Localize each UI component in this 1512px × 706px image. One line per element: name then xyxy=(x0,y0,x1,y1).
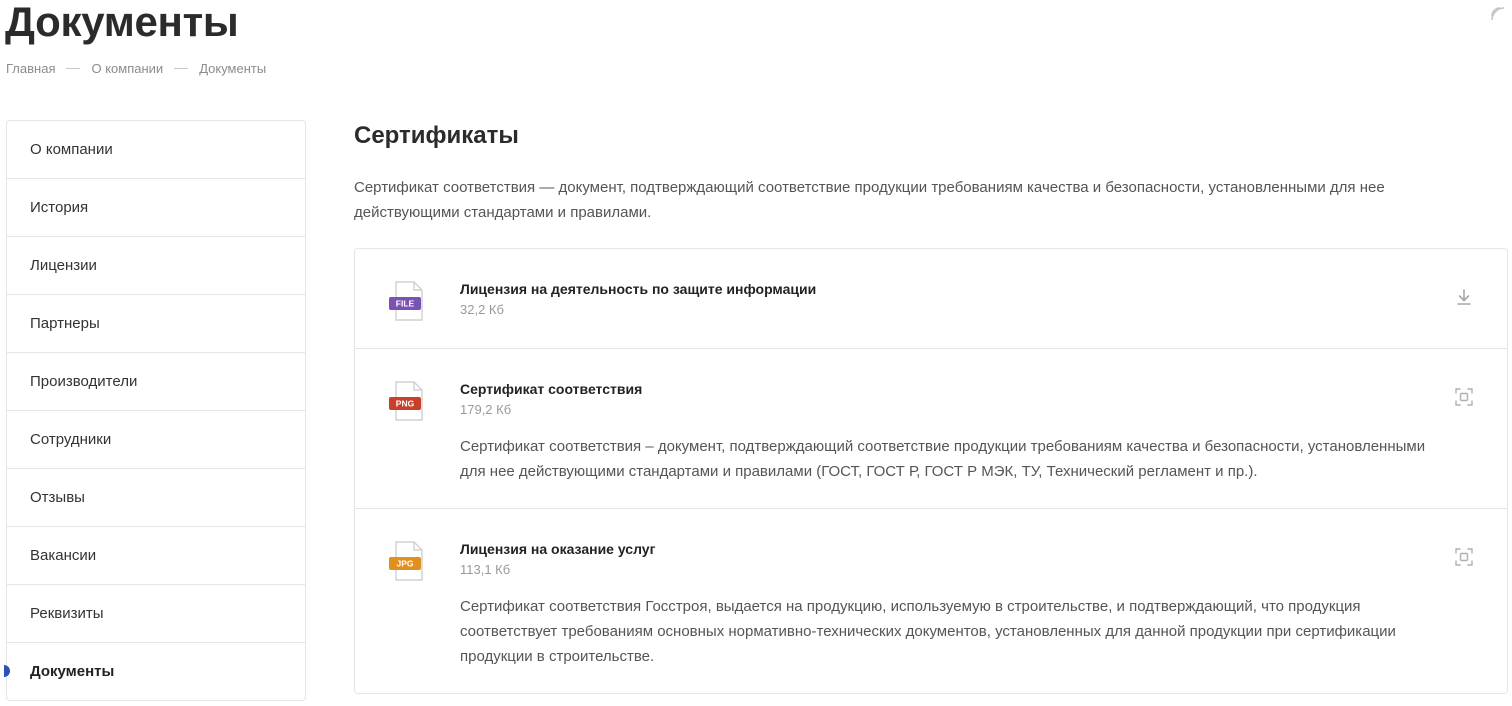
file-icon: FILE xyxy=(389,281,423,321)
sidebar-item-label: Реквизиты xyxy=(30,605,104,622)
zoom-icon[interactable] xyxy=(1454,547,1474,567)
breadcrumb-about[interactable]: О компании xyxy=(91,61,163,76)
sidebar-item-label: Сотрудники xyxy=(30,431,112,448)
png-file-icon: PNG xyxy=(389,381,423,421)
document-list: FILE Лицензия на деятельность по защите … xyxy=(354,248,1508,694)
sidebar-item-manufacturers[interactable]: Производители xyxy=(7,353,305,411)
breadcrumb-separator xyxy=(174,68,189,69)
download-icon[interactable] xyxy=(1454,287,1474,307)
sidebar-item-partners[interactable]: Партнеры xyxy=(7,295,305,353)
sidebar-item-label: Отзывы xyxy=(30,489,85,506)
active-marker xyxy=(4,665,10,677)
sidebar-item-licenses[interactable]: Лицензии xyxy=(7,237,305,295)
sidebar-item-reviews[interactable]: Отзывы xyxy=(7,469,305,527)
main-content: Сертификаты Сертификат соответствия — до… xyxy=(354,118,1508,694)
sidebar-item-label: История xyxy=(30,199,89,216)
file-type-label: PNG xyxy=(396,399,415,409)
sidebar-item-label: Документы xyxy=(30,663,115,680)
sidebar-item-label: Лицензии xyxy=(30,257,97,274)
document-item: PNG Сертификат соответствия 179,2 Кб Сер… xyxy=(355,349,1507,509)
section-title: Сертификаты xyxy=(354,122,519,149)
sidebar-item-label: Вакансии xyxy=(30,547,97,564)
document-description: Сертификат соответствия – документ, подт… xyxy=(460,438,1426,480)
document-title[interactable]: Сертификат соответствия xyxy=(460,380,1447,398)
document-title[interactable]: Лицензия на оказание услуг xyxy=(460,540,1447,558)
signal-icon[interactable] xyxy=(1490,6,1508,24)
document-size: 32,2 Кб xyxy=(460,302,504,317)
sidebar-item-label: О компании xyxy=(30,141,113,158)
sidebar-item-vacancies[interactable]: Вакансии xyxy=(7,527,305,585)
sidebar-item-documents[interactable]: Документы xyxy=(4,643,305,700)
file-type-label: JPG xyxy=(396,559,413,569)
breadcrumb: Главная О компании Документы xyxy=(6,61,266,76)
sidebar-item-label: Производители xyxy=(30,373,138,390)
zoom-icon[interactable] xyxy=(1454,387,1474,407)
sidebar-menu: О компании История Лицензии Партнеры Про… xyxy=(4,120,306,701)
breadcrumb-separator xyxy=(66,68,81,69)
sidebar-item-requisites[interactable]: Реквизиты xyxy=(7,585,305,643)
document-item: JPG Лицензия на оказание услуг 113,1 Кб … xyxy=(355,509,1507,693)
sidebar-item-staff[interactable]: Сотрудники xyxy=(7,411,305,469)
section-description: Сертификат соответствия — документ, подт… xyxy=(354,179,1385,221)
sidebar-item-history[interactable]: История xyxy=(7,179,305,237)
file-type-label: FILE xyxy=(396,299,415,309)
page-title: Документы xyxy=(5,0,239,45)
breadcrumb-current: Документы xyxy=(199,61,267,76)
document-description: Сертификат соответствия Госстроя, выдает… xyxy=(460,598,1396,665)
jpg-file-icon: JPG xyxy=(389,541,423,581)
document-item: FILE Лицензия на деятельность по защите … xyxy=(355,249,1507,349)
document-title[interactable]: Лицензия на деятельность по защите инфор… xyxy=(460,280,1447,298)
document-size: 113,1 Кб xyxy=(460,562,511,577)
sidebar-item-about[interactable]: О компании xyxy=(7,121,305,179)
breadcrumb-home[interactable]: Главная xyxy=(6,61,55,76)
document-size: 179,2 Кб xyxy=(460,402,512,417)
documents-page: Документы Главная О компании Документы О… xyxy=(0,0,1512,706)
sidebar-item-label: Партнеры xyxy=(30,315,100,332)
